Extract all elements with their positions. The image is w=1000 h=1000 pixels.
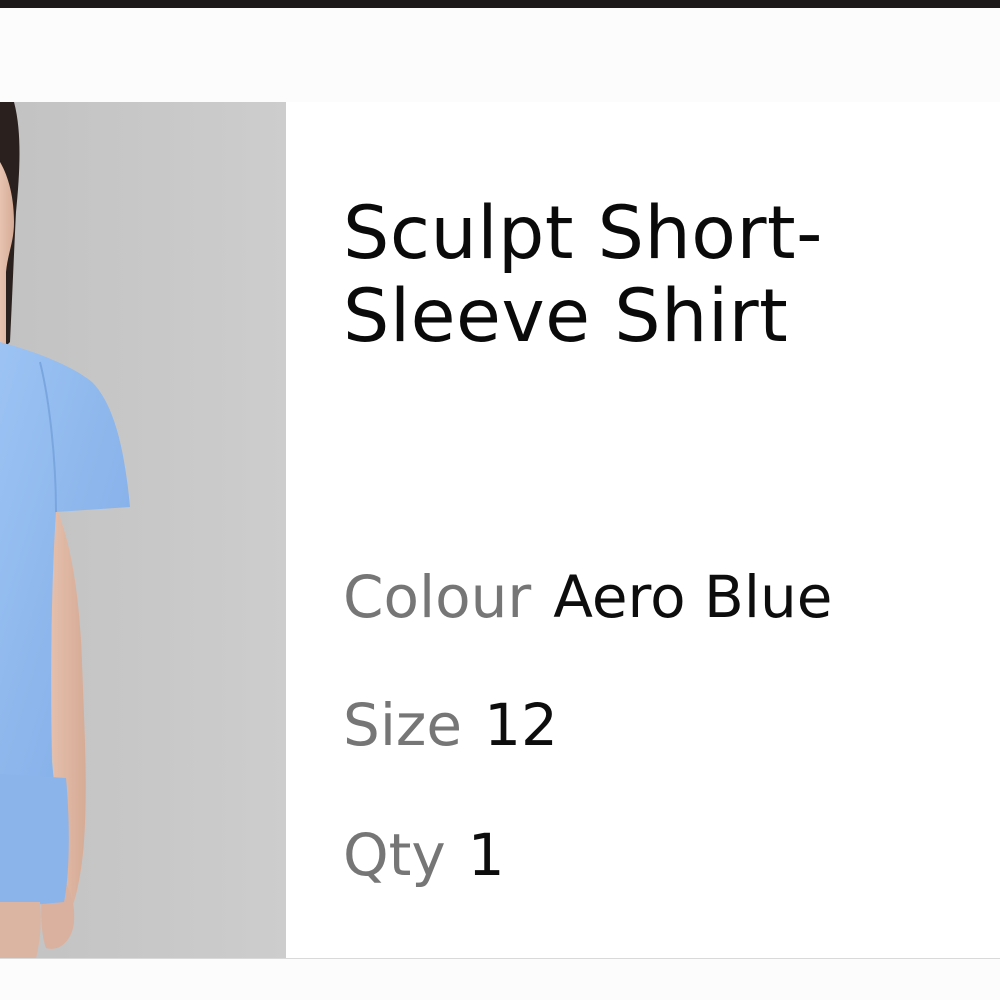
colour-label: Colour	[343, 563, 532, 631]
product-title[interactable]: Sculpt Short- Sleeve Shirt	[343, 192, 983, 358]
product-photo	[0, 102, 286, 958]
qty-label: Qty	[343, 821, 446, 889]
colour-row: Colour Aero Blue	[343, 562, 832, 632]
colour-value: Aero Blue	[553, 563, 833, 631]
product-title-line-2: Sleeve Shirt	[343, 274, 789, 359]
product-title-line-1: Sculpt Short-	[343, 191, 823, 276]
cart-screen: Sculpt Short- Sleeve Shirt Colour Aero Bl…	[0, 0, 1000, 1000]
product-image[interactable]	[0, 102, 286, 958]
size-row: Size 12	[343, 690, 558, 760]
qty-value: 1	[467, 821, 505, 889]
product-details: Sculpt Short- Sleeve Shirt Colour Aero Bl…	[343, 192, 983, 889]
size-label: Size	[343, 691, 463, 759]
top-bar	[0, 0, 1000, 8]
size-value: 12	[484, 691, 558, 759]
qty-row: Qty 1	[343, 820, 505, 890]
cart-item-card: Sculpt Short- Sleeve Shirt Colour Aero Bl…	[0, 102, 1000, 959]
